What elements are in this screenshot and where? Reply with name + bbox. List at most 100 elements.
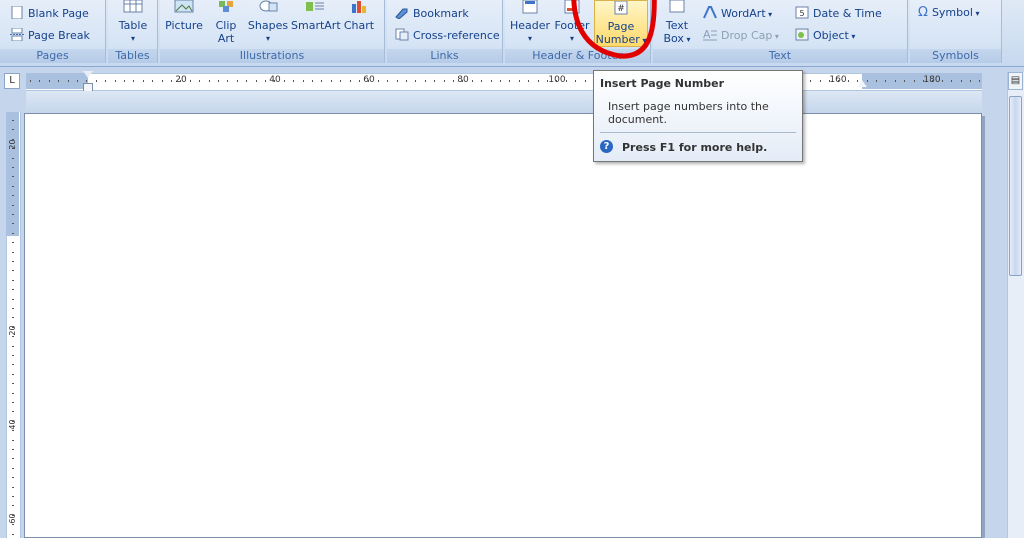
ruler-number: 60 xyxy=(363,75,375,85)
clip-art-label-1: Clip xyxy=(215,19,237,32)
wordart-button[interactable]: WordArt ▾ xyxy=(703,6,772,22)
date-time-icon: 5 xyxy=(795,6,809,19)
ruler-tick xyxy=(585,80,586,82)
omega-icon: Ω xyxy=(918,5,928,20)
symbols-group: Ω Symbol ▾ Symbols xyxy=(910,0,1002,63)
text-box-dropdown-arrow: ▾ xyxy=(683,35,691,44)
ruler-tick xyxy=(481,80,482,82)
page-break-label: Page Break xyxy=(28,29,90,42)
page-break-button[interactable]: Page Break xyxy=(10,28,90,43)
vertical-ruler-number: 20 xyxy=(8,325,17,336)
ruler-tick xyxy=(509,80,510,82)
pages-group-label: Pages xyxy=(0,49,105,63)
bookmark-label: Bookmark xyxy=(413,7,469,20)
chart-icon xyxy=(352,1,366,13)
ruler-tick xyxy=(77,80,78,82)
drop-cap-dropdown-arrow: ▾ xyxy=(772,32,779,41)
ruler-tick xyxy=(961,80,962,82)
text-box-button[interactable]: Text Box ▾ xyxy=(659,0,695,46)
ruler-tick xyxy=(218,80,219,82)
scrollbar-thumb[interactable] xyxy=(1009,96,1022,276)
ruler-tick xyxy=(124,80,125,82)
ruler-tick xyxy=(105,80,106,82)
ruler-tick xyxy=(209,80,210,82)
picture-icon xyxy=(174,0,194,13)
vertical-ruler-tick xyxy=(12,261,14,262)
ruler-tick xyxy=(500,80,501,82)
vertical-ruler-tick xyxy=(12,402,14,403)
ruler-tick xyxy=(30,80,31,82)
ruler-tick xyxy=(453,80,454,82)
view-ruler-toggle[interactable]: ▤ xyxy=(1008,72,1023,90)
document-page[interactable] xyxy=(24,113,982,538)
vertical-ruler-tick xyxy=(12,364,14,365)
tooltip-help-text: Press F1 for more help. xyxy=(622,141,768,154)
ruler-tick xyxy=(321,80,322,82)
ruler-tick xyxy=(143,80,144,82)
vertical-ruler-tick xyxy=(12,167,14,168)
tooltip-title: Insert Page Number xyxy=(600,77,725,90)
ruler-ticks: 20 40 60 80 100 160 180 xyxy=(0,73,1024,89)
ruler-tick xyxy=(303,80,304,82)
clip-art-button[interactable]: Clip Art xyxy=(208,0,244,45)
ruler-tick xyxy=(359,80,360,82)
clip-art-icon xyxy=(219,1,233,12)
vertical-ruler-tick xyxy=(12,346,14,347)
ruler-tick xyxy=(387,80,388,82)
ruler-tick xyxy=(256,80,257,82)
ruler-tick xyxy=(538,80,539,82)
ruler-number: 180 xyxy=(923,75,941,85)
header-button[interactable]: Header ▾ xyxy=(508,0,552,45)
ruler-tick xyxy=(528,80,529,82)
vertical-ruler-tick xyxy=(12,233,14,234)
blank-page-label: Blank Page xyxy=(28,7,89,20)
ruler-tick xyxy=(876,80,877,82)
table-button[interactable]: Table ▾ xyxy=(112,0,154,45)
ruler-toggle-icon: ▤ xyxy=(1010,75,1021,86)
blank-page-button[interactable]: Blank Page xyxy=(10,6,89,21)
picture-button[interactable]: Picture xyxy=(164,0,204,32)
vertical-ruler-tick xyxy=(12,393,14,394)
date-time-button[interactable]: 5 Date & Time xyxy=(795,6,882,21)
wordart-icon xyxy=(703,6,717,19)
vertical-ruler-tick xyxy=(12,505,14,506)
vertical-ruler-tick xyxy=(12,487,14,488)
vertical-ruler-tick xyxy=(12,270,14,271)
vertical-ruler-tick xyxy=(12,214,14,215)
smartart-icon xyxy=(306,2,324,11)
ruler-tick xyxy=(378,80,379,82)
ruler-number: 20 xyxy=(175,75,187,85)
drop-cap-button[interactable]: A Drop Cap ▾ xyxy=(703,28,779,44)
shapes-dropdown-arrow: ▾ xyxy=(265,34,270,43)
ruler-tick xyxy=(58,80,59,82)
vertical-ruler-tick xyxy=(12,534,14,535)
ruler-tick xyxy=(246,80,247,82)
help-icon: ? xyxy=(600,140,613,153)
ribbon: Blank Page Page Break Pages Table ▾ Tabl… xyxy=(0,0,1024,67)
bookmark-button[interactable]: Bookmark xyxy=(395,6,469,21)
text-box-label-1: Text xyxy=(665,19,689,32)
symbol-button[interactable]: Ω Symbol ▾ xyxy=(918,6,979,21)
first-line-indent-marker[interactable] xyxy=(83,71,93,78)
text-group: Text Box ▾ WordArt ▾ A Drop Cap ▾ 5 Date &… xyxy=(653,0,908,63)
ruler-tick xyxy=(434,80,435,82)
header-icon xyxy=(522,0,538,14)
table-icon xyxy=(123,0,143,13)
ruler-number: 80 xyxy=(457,75,469,85)
vertical-ruler-tick xyxy=(12,468,14,469)
ruler-tick xyxy=(171,80,172,82)
ruler-tick xyxy=(96,80,97,82)
ruler-tick xyxy=(566,80,567,82)
cross-reference-button[interactable]: Cross-reference xyxy=(395,28,500,43)
smartart-button[interactable]: SmartArt xyxy=(291,0,341,32)
ruler-number: 160 xyxy=(829,75,847,85)
object-button[interactable]: Object ▾ xyxy=(795,28,855,44)
page-shadow xyxy=(982,116,985,538)
ruler-tick xyxy=(519,80,520,82)
chart-button[interactable]: Chart xyxy=(341,0,377,32)
vertical-ruler-tick xyxy=(12,223,14,224)
right-indent-marker[interactable] xyxy=(857,80,867,87)
vertical-ruler-number: 40 xyxy=(8,419,17,430)
shapes-button[interactable]: Shapes ▾ xyxy=(247,0,289,45)
ruler-tick xyxy=(444,80,445,82)
